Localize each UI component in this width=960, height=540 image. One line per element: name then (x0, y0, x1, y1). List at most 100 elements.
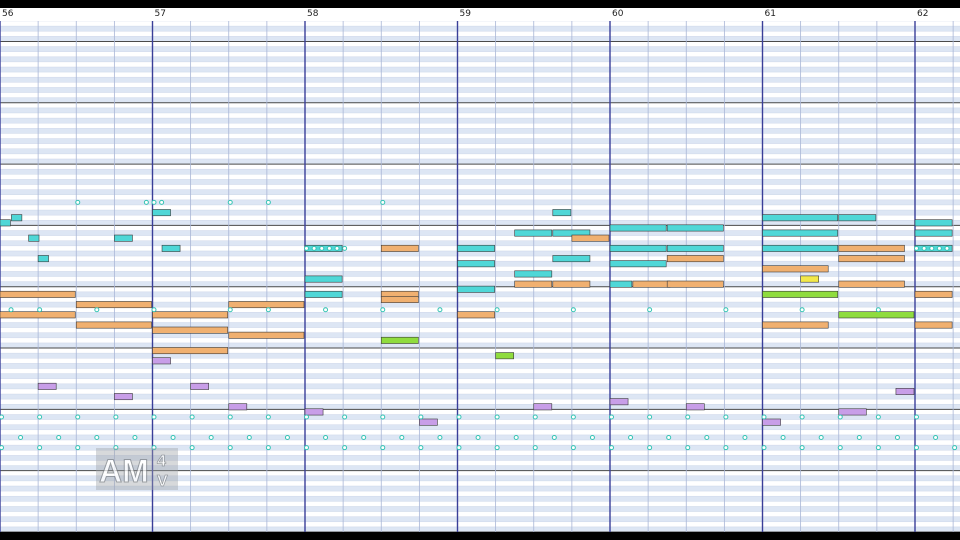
drum-hit[interactable] (75, 445, 81, 451)
note-block[interactable] (800, 275, 819, 283)
drum-hit[interactable] (37, 445, 43, 451)
drum-hit[interactable] (380, 199, 386, 205)
note-block[interactable] (228, 301, 305, 309)
drum-hit[interactable] (361, 434, 367, 440)
note-block[interactable] (666, 244, 724, 252)
drum-hit[interactable] (208, 434, 214, 440)
note-block[interactable] (762, 418, 781, 426)
drum-hit[interactable] (723, 445, 729, 451)
note-block[interactable] (666, 280, 724, 288)
drum-hit[interactable] (875, 307, 881, 313)
drum-hit[interactable] (936, 245, 942, 251)
drum-hit[interactable] (647, 307, 653, 313)
drum-hit[interactable] (875, 414, 881, 420)
note-block[interactable] (380, 296, 419, 303)
drum-hit[interactable] (75, 199, 81, 205)
drum-hit[interactable] (723, 414, 729, 420)
drum-hit[interactable] (380, 445, 386, 451)
note-block[interactable] (552, 280, 591, 288)
drum-hit[interactable] (311, 245, 317, 251)
bar-number-59[interactable]: 59 (458, 8, 471, 21)
drum-hit[interactable] (319, 245, 325, 251)
drum-hit[interactable] (0, 445, 4, 451)
note-block[interactable] (914, 321, 953, 329)
drum-hit[interactable] (304, 445, 309, 451)
note-block[interactable] (762, 290, 839, 298)
note-block[interactable] (762, 244, 839, 252)
note-block[interactable] (609, 244, 667, 252)
bar-number-57[interactable]: 57 (153, 8, 166, 21)
drum-hit[interactable] (170, 434, 176, 440)
drum-hit[interactable] (742, 434, 748, 440)
note-block[interactable] (152, 326, 229, 334)
note-block[interactable] (75, 321, 152, 329)
drum-hit[interactable] (532, 445, 538, 451)
note-block[interactable] (228, 331, 305, 339)
note-block[interactable] (152, 347, 229, 355)
drum-hit[interactable] (513, 434, 519, 440)
drum-hit[interactable] (837, 414, 843, 420)
drum-hit[interactable] (551, 434, 557, 440)
note-block[interactable] (838, 214, 877, 222)
drum-hit[interactable] (75, 414, 81, 420)
note-block[interactable] (304, 408, 324, 416)
drum-hit[interactable] (284, 434, 290, 440)
drum-hit[interactable] (227, 445, 233, 451)
note-block[interactable] (457, 260, 495, 268)
note-block[interactable] (914, 290, 953, 298)
note-block[interactable] (533, 403, 553, 411)
drum-hit[interactable] (761, 414, 767, 420)
note-block[interactable] (609, 398, 629, 406)
note-block[interactable] (228, 403, 248, 411)
note-block[interactable] (0, 311, 76, 319)
note-block[interactable] (838, 408, 867, 416)
note-block[interactable] (495, 352, 514, 360)
drum-hit[interactable] (380, 414, 386, 420)
drum-hit[interactable] (494, 307, 500, 313)
note-block[interactable] (838, 311, 915, 319)
note-block[interactable] (304, 275, 343, 283)
drum-hit[interactable] (933, 434, 939, 440)
drum-hit[interactable] (37, 307, 43, 313)
drum-hit[interactable] (685, 445, 691, 451)
drum-hit[interactable] (323, 307, 329, 313)
drum-hit[interactable] (323, 434, 329, 440)
drum-hit[interactable] (94, 434, 100, 440)
note-block[interactable] (762, 321, 829, 329)
drum-hit[interactable] (113, 414, 119, 420)
drum-hit[interactable] (456, 445, 462, 451)
drum-hit[interactable] (570, 307, 576, 313)
drum-hit[interactable] (494, 445, 500, 451)
drum-hit[interactable] (914, 445, 919, 451)
note-block[interactable] (762, 265, 829, 273)
drum-hit[interactable] (570, 445, 576, 451)
drum-hit[interactable] (342, 414, 348, 420)
drum-hit[interactable] (265, 414, 271, 420)
drum-hit[interactable] (589, 434, 595, 440)
note-block[interactable] (838, 255, 905, 263)
drum-hit[interactable] (227, 307, 233, 313)
bar-number-58[interactable]: 58 (305, 8, 318, 21)
drum-hit[interactable] (418, 414, 424, 420)
note-block[interactable] (609, 260, 667, 268)
note-block[interactable] (762, 229, 839, 237)
drum-hit[interactable] (723, 307, 729, 313)
note-block[interactable] (914, 229, 953, 237)
drum-hit[interactable] (265, 307, 271, 313)
note-block[interactable] (838, 244, 905, 252)
note-block[interactable] (161, 244, 181, 252)
bar-number-61[interactable]: 61 (763, 8, 776, 21)
note-block[interactable] (419, 418, 438, 426)
drum-hit[interactable] (666, 434, 672, 440)
note-block[interactable] (380, 244, 419, 252)
bar-number-60[interactable]: 60 (610, 8, 623, 21)
bar-number-62[interactable]: 62 (915, 8, 928, 21)
note-block[interactable] (838, 280, 905, 288)
drum-hit[interactable] (647, 445, 653, 451)
drum-hit[interactable] (609, 414, 614, 420)
note-block[interactable] (552, 255, 591, 263)
drum-hit[interactable] (304, 414, 309, 420)
drum-hit[interactable] (647, 414, 653, 420)
note-block[interactable] (609, 224, 667, 232)
drum-hit[interactable] (818, 434, 824, 440)
